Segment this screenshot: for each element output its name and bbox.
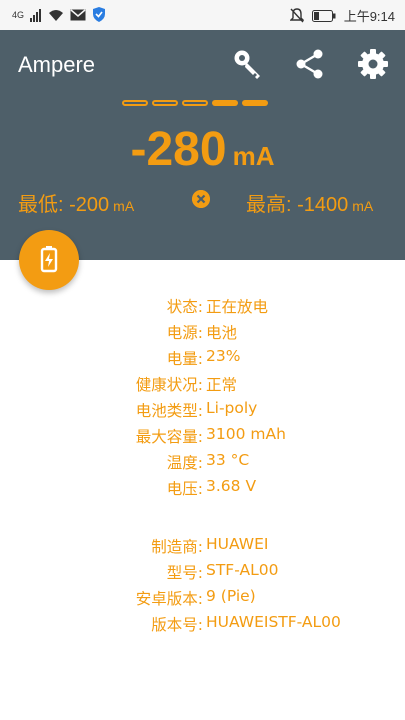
- info-key: 温度:: [166, 454, 203, 472]
- info-key: 状态:: [166, 298, 203, 316]
- info-key: 制造商:: [151, 538, 203, 556]
- info-key: 电量:: [166, 350, 203, 368]
- current-value: -280: [130, 123, 227, 176]
- current-reading: -280 mA: [0, 122, 405, 177]
- info-key: 版本号:: [151, 616, 203, 634]
- info-key: 最大容量:: [135, 428, 203, 446]
- level-segment: [152, 100, 178, 106]
- info-value: 电池: [206, 324, 238, 342]
- current-level-indicator: [122, 100, 268, 106]
- max-reading: 最高: -1400 mA: [246, 188, 373, 217]
- info-row: 电量: 23%: [0, 347, 405, 373]
- info-value: 9 (Pie): [206, 587, 256, 605]
- info-row: 状态: 正在放电: [0, 295, 405, 321]
- shield-icon: [93, 7, 106, 22]
- info-row: 制造商: HUAWEI: [0, 535, 405, 561]
- info-value: 3100 mAh: [206, 425, 286, 443]
- network-type-label: 4G: [12, 9, 25, 20]
- info-value: STF-AL00: [206, 561, 279, 579]
- level-segment: [182, 100, 208, 106]
- info-key: 型号:: [166, 564, 203, 582]
- max-label: 最高: -1400: [246, 194, 349, 216]
- info-row: 电源: 电池: [0, 321, 405, 347]
- info-value: 正在放电: [206, 298, 269, 316]
- min-reading: 最低: -200 mA: [18, 188, 134, 217]
- share-icon[interactable]: [294, 48, 326, 80]
- bell-off-icon: [289, 8, 304, 23]
- info-value: 正常: [206, 376, 238, 394]
- signal-icon: [30, 7, 42, 22]
- info-value: 3.68 V: [206, 477, 257, 495]
- max-unit: mA: [352, 198, 374, 214]
- status-bar: 4G 上午9:14: [0, 0, 405, 30]
- info-row: 健康状况: 正常: [0, 373, 405, 399]
- info-row: 最大容量: 3100 mAh: [0, 425, 405, 451]
- info-key: 电压:: [166, 480, 203, 498]
- info-value: 23%: [206, 347, 241, 365]
- wifi-icon: [49, 9, 64, 21]
- battery-fab-button[interactable]: [19, 230, 79, 290]
- info-row: 版本号: HUAWEISTF-AL00: [0, 613, 405, 639]
- key-icon[interactable]: [232, 48, 264, 80]
- info-row: 电压: 3.68 V: [0, 477, 405, 503]
- app-title: Ampere: [18, 52, 96, 77]
- info-value: 33 °C: [206, 451, 250, 469]
- info-row: 电池类型: Li-poly: [0, 399, 405, 425]
- info-key: 电池类型:: [135, 402, 203, 420]
- info-value: Li-poly: [206, 399, 258, 417]
- level-segment: [242, 100, 268, 106]
- min-unit: mA: [113, 198, 135, 214]
- info-value: HUAWEISTF-AL00: [206, 613, 341, 631]
- app-header: Ampere -280 mA 最低: -200 mA 最高: -1400 mA: [0, 30, 405, 260]
- battery-status-icon: [311, 9, 336, 22]
- level-segment: [122, 100, 148, 106]
- clock-label: 上午9:14: [343, 9, 395, 24]
- gear-icon[interactable]: [357, 48, 389, 80]
- current-unit: mA: [232, 141, 275, 171]
- battery-charging-icon: [40, 246, 58, 273]
- mail-icon: [70, 8, 86, 20]
- info-row: 温度: 33 °C: [0, 451, 405, 477]
- info-key: 安卓版本:: [135, 590, 203, 608]
- info-row: 型号: STF-AL00: [0, 561, 405, 587]
- info-row: 安卓版本: 9 (Pie): [0, 587, 405, 613]
- info-value: HUAWEI: [206, 535, 269, 553]
- info-key: 电源:: [166, 324, 203, 342]
- reset-minmax-icon[interactable]: [192, 190, 210, 208]
- level-segment: [212, 100, 238, 106]
- min-label: 最低: -200: [18, 194, 110, 216]
- info-key: 健康状况:: [135, 376, 203, 394]
